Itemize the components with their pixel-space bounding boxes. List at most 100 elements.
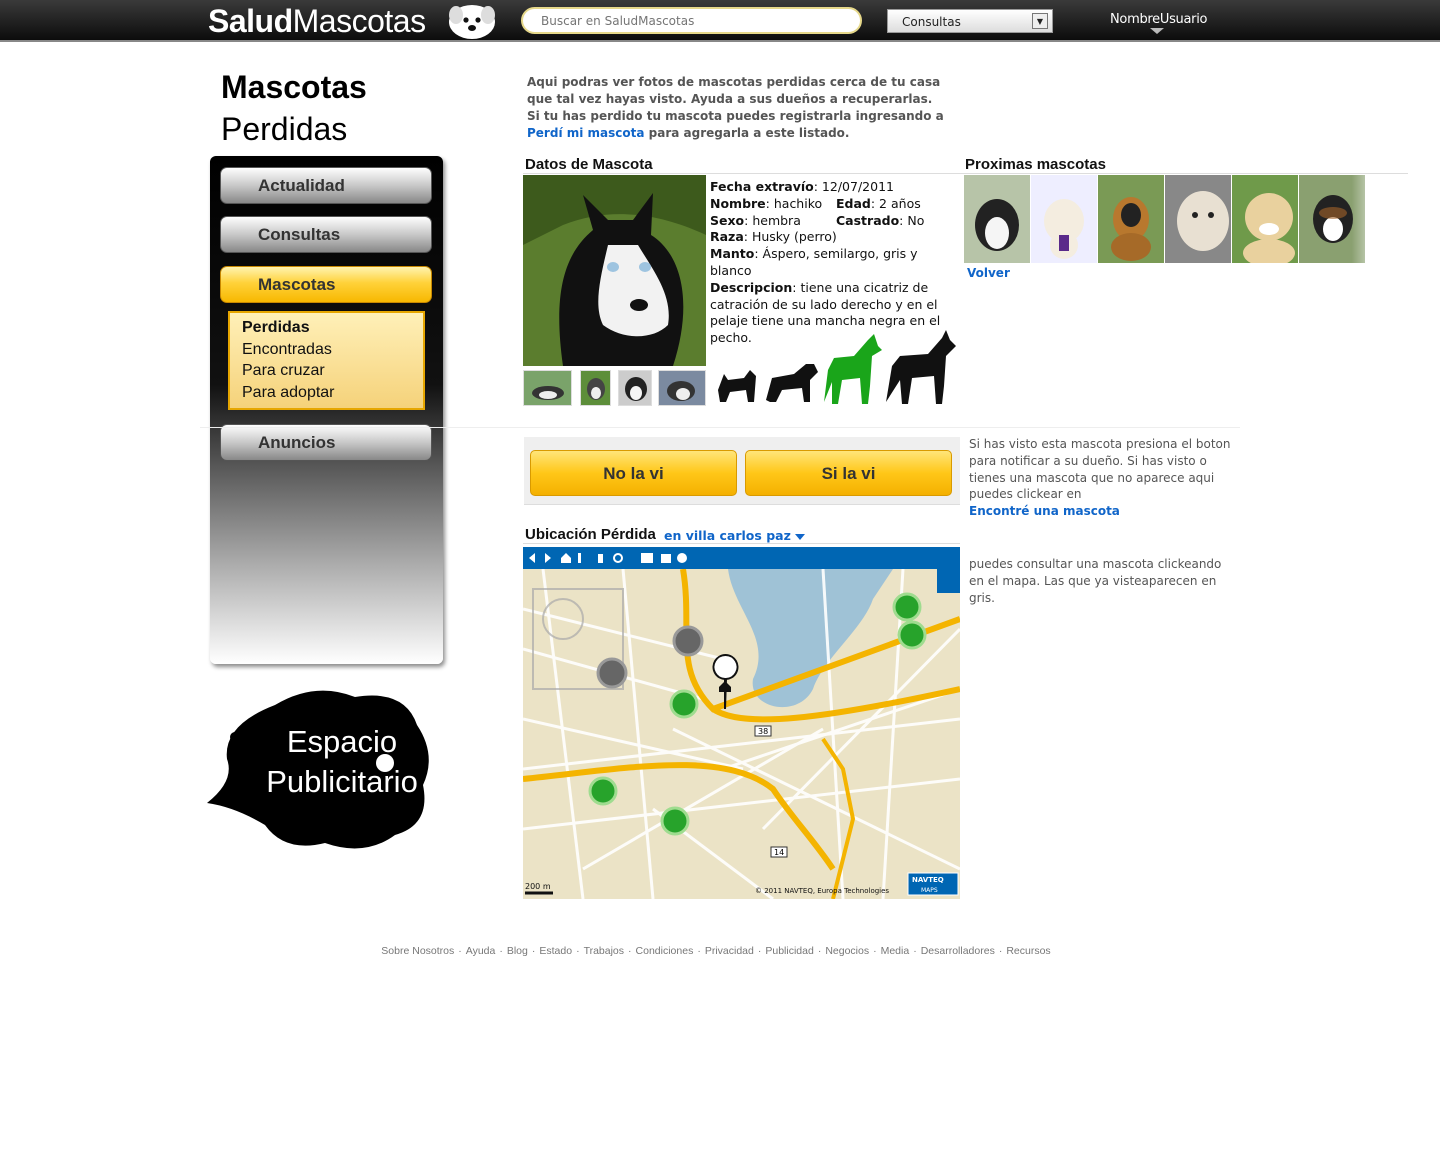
arrow-right-icon	[545, 553, 551, 563]
found-pet-link[interactable]: Encontré una mascota	[969, 504, 1120, 518]
home-icon	[561, 553, 571, 563]
user-menu[interactable]: NombreUsuario	[1110, 12, 1207, 27]
pet-details: Fecha extravío: 12/07/2011 Nombre: hachi…	[710, 179, 962, 347]
footer-separator: ·	[531, 945, 536, 957]
map-canvas[interactable]: 38 14 200 m © 2011 NAVTEQ, Europa Techno…	[523, 569, 960, 899]
footer-link[interactable]: Privacidad	[705, 945, 754, 957]
footer-separator: ·	[757, 945, 762, 957]
footer-link[interactable]: Blog	[507, 945, 528, 957]
sidebar-item-anuncios[interactable]: Anuncios	[220, 424, 432, 461]
lost-pet-link[interactable]: Perdí mi mascota	[527, 126, 644, 140]
fecha-label: Fecha extravío	[710, 179, 814, 194]
sexo-label: Sexo	[710, 212, 745, 228]
map-marker-lost[interactable]	[897, 620, 927, 650]
castrado-label: Castrado	[836, 212, 900, 228]
dog-large-icon	[824, 334, 882, 404]
pet-thumbnail[interactable]	[523, 370, 572, 406]
next-pet-thumb[interactable]	[964, 175, 1031, 263]
nombre-label: Nombre	[710, 195, 766, 211]
footer-separator: ·	[998, 945, 1003, 957]
help-icon	[677, 553, 687, 563]
footer-link[interactable]: Sobre Nosotros	[381, 945, 454, 957]
help-seen-text: Si has visto esta mascota presiona el bo…	[969, 437, 1231, 502]
map[interactable]: 38 14 200 m © 2011 NAVTEQ, Europa Techno…	[523, 547, 960, 899]
dog-size-selector	[718, 330, 956, 404]
action-bar: No la vi Si la vi	[524, 437, 960, 505]
footer-link[interactable]: Negocios	[825, 945, 869, 957]
footer-link[interactable]: Media	[881, 945, 910, 957]
site-logo[interactable]: SaludMascotas	[208, 3, 426, 40]
next-pet-thumb[interactable]	[1098, 175, 1165, 263]
not-seen-button[interactable]: No la vi	[530, 450, 737, 496]
next-pet-thumb[interactable]	[1299, 175, 1366, 263]
map-marker-lost[interactable]	[892, 592, 922, 622]
next-pet-thumb[interactable]	[1165, 175, 1232, 263]
map-marker-lost[interactable]	[669, 689, 699, 719]
help-text-map: puedes consultar una mascota clickeando …	[969, 557, 1222, 605]
next-pets-title: Proximas mascotas	[965, 156, 1106, 173]
dog-medium-icon	[766, 364, 818, 402]
footer-link[interactable]: Publicidad	[765, 945, 813, 957]
page-title-line2: Perdidas	[221, 111, 348, 147]
section-select[interactable]: Consultas ▼	[887, 9, 1053, 33]
back-link[interactable]: Volver	[967, 266, 1010, 280]
manto-label: Manto	[710, 246, 755, 262]
raza-label: Raza	[710, 229, 744, 245]
chevron-down-icon	[794, 533, 805, 540]
layers-icon	[641, 553, 653, 563]
sidebar-item-actualidad[interactable]: Actualidad	[220, 167, 432, 204]
road-label: 38	[758, 727, 768, 736]
seen-button[interactable]: Si la vi	[745, 450, 952, 496]
footer-separator: ·	[458, 945, 462, 957]
subnav-item-encontradas[interactable]: Encontradas	[242, 339, 423, 361]
footer-link[interactable]: Condiciones	[636, 945, 694, 957]
map-marker-seen[interactable]	[596, 657, 628, 689]
dog-logo-icon	[449, 5, 495, 39]
person-icon	[578, 553, 581, 563]
map-marker-seen[interactable]	[672, 625, 704, 657]
intro-tail-text: para agregarla a este listado.	[648, 126, 850, 140]
footer-link[interactable]: Desarrolladores	[921, 945, 995, 957]
pet-thumbnail[interactable]	[580, 370, 611, 406]
next-pet-thumb[interactable]	[1031, 175, 1098, 263]
map-marker-lost[interactable]	[588, 776, 618, 806]
page-title-line1: Mascotas	[221, 69, 367, 105]
next-pet-thumb[interactable]	[1232, 175, 1299, 263]
intro-paragraph: Aqui podras ver fotos de mascotas perdid…	[527, 75, 941, 106]
sidebar-item-consultas[interactable]: Consultas	[220, 216, 432, 253]
edad-value: : 2 años	[870, 195, 921, 211]
footer-link[interactable]: Trabajos	[584, 945, 624, 957]
footer-separator: ·	[913, 945, 917, 957]
footer-link[interactable]: Recursos	[1006, 945, 1050, 957]
footer-separator: ·	[576, 945, 580, 957]
sidebar-nav: Actualidad Consultas Mascotas Perdidas E…	[210, 156, 443, 664]
ad-text[interactable]: Espacio Publicitario	[247, 722, 437, 802]
location-dropdown[interactable]: en villa carlos paz	[664, 528, 805, 543]
ad-line1: Espacio	[286, 724, 398, 759]
section-select-value: Consultas	[902, 15, 961, 29]
user-chevron-icon[interactable]	[1150, 28, 1164, 36]
intro-register-text: Si tu has perdido tu mascota puedes regi…	[527, 109, 944, 123]
search-input[interactable]	[521, 7, 862, 34]
pet-main-photo[interactable]	[523, 175, 706, 366]
zoom-icon	[613, 553, 623, 563]
map-marker-lost[interactable]	[660, 806, 690, 836]
subnav-item-perdidas[interactable]: Perdidas	[242, 317, 423, 339]
pet-thumbnail[interactable]	[618, 370, 652, 406]
location-value: en villa carlos paz	[664, 528, 791, 543]
pet-thumbnail[interactable]	[658, 370, 706, 406]
sidebar-item-mascotas[interactable]: Mascotas	[220, 266, 432, 303]
descripcion-label: Descripcion	[710, 279, 793, 295]
chevron-down-icon[interactable]: ▼	[1032, 13, 1048, 29]
divider	[200, 427, 1240, 428]
divider	[523, 173, 963, 174]
arrow-left-icon	[529, 553, 535, 563]
page-title: Mascotas Perdidas	[221, 66, 367, 150]
footer-separator: ·	[873, 945, 877, 957]
road-label: 14	[774, 848, 784, 857]
subnav-item-para-adoptar[interactable]: Para adoptar	[242, 382, 423, 404]
subnav-item-para-cruzar[interactable]: Para cruzar	[242, 360, 423, 382]
footer: Sobre Nosotros · Ayuda · Blog · Estado · Trabajo…	[0, 945, 1432, 957]
footer-link[interactable]: Ayuda	[466, 945, 496, 957]
footer-link[interactable]: Estado	[539, 945, 572, 957]
